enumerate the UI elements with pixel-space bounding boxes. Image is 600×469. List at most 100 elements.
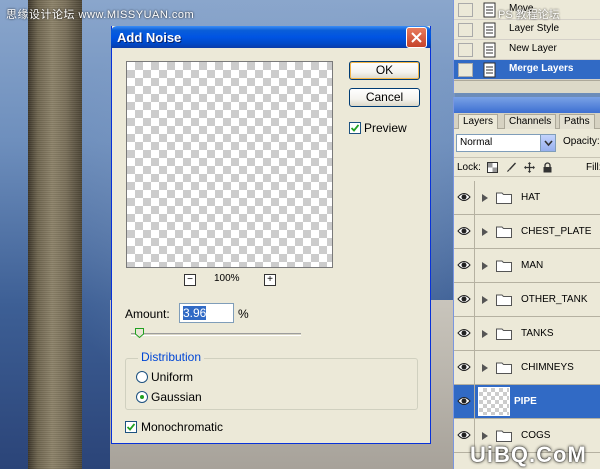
eye-icon[interactable] <box>457 191 471 203</box>
history-snapshot-box[interactable] <box>458 43 473 57</box>
uniform-radio[interactable] <box>136 371 148 383</box>
tab-layers[interactable]: Layers <box>458 114 499 129</box>
gaussian-label: Gaussian <box>151 390 202 404</box>
layer-row[interactable]: HAT <box>454 181 600 215</box>
monochromatic-checkbox[interactable] <box>125 421 137 433</box>
zoom-out-button[interactable]: − <box>184 274 196 286</box>
background-pipe <box>28 0 82 469</box>
filter-preview[interactable] <box>126 61 333 268</box>
layers-panel: Layers Channels Paths Normal Opacity: Lo… <box>453 97 600 469</box>
checkmark-icon <box>351 124 359 132</box>
move-icon[interactable] <box>524 162 535 173</box>
eye-icon[interactable] <box>457 293 471 305</box>
layer-row[interactable]: OTHER_TANK <box>454 283 600 317</box>
history-toolbar <box>454 80 600 93</box>
folder-icon <box>496 294 512 306</box>
layer-name: MAN <box>521 260 544 271</box>
layer-separator <box>474 385 475 419</box>
ok-button[interactable]: OK <box>349 61 420 80</box>
eye-icon[interactable] <box>457 429 471 441</box>
folder-icon <box>496 260 512 272</box>
watermark-bottom-right: UiBQ.CoM <box>470 442 587 467</box>
layer-row[interactable]: CHIMNEYS <box>454 351 600 385</box>
history-snapshot-box[interactable] <box>458 3 473 17</box>
zoom-level: 100% <box>214 273 240 284</box>
close-button[interactable] <box>406 26 427 48</box>
eye-icon[interactable] <box>457 259 471 271</box>
brush-icon[interactable] <box>506 162 517 173</box>
amount-input[interactable]: 3.96 <box>179 303 234 323</box>
close-icon <box>411 31 422 43</box>
eye-icon[interactable] <box>457 327 471 339</box>
layers-panel-header[interactable] <box>454 97 600 113</box>
history-item-label: Merge Layers <box>509 63 574 74</box>
amount-label: Amount: <box>125 307 170 321</box>
eye-icon[interactable] <box>457 225 471 237</box>
expand-triangle-icon[interactable] <box>481 261 489 271</box>
preview-checkbox[interactable] <box>349 122 361 134</box>
folder-icon <box>496 430 512 442</box>
preview-label: Preview <box>364 121 407 135</box>
layer-name: CHIMNEYS <box>521 362 574 373</box>
folder-icon <box>496 226 512 238</box>
layer-name: PIPE <box>514 396 537 407</box>
layer-row[interactable]: MAN <box>454 249 600 283</box>
blend-mode-select[interactable]: Normal <box>456 134 556 152</box>
layer-separator <box>474 317 475 351</box>
checkmark-icon <box>127 423 135 431</box>
layer-name: COGS <box>521 430 551 441</box>
layer-row[interactable]: TANKS <box>454 317 600 351</box>
history-snapshot-box[interactable] <box>458 63 473 77</box>
expand-triangle-icon[interactable] <box>481 431 489 441</box>
history-item[interactable]: Merge Layers <box>454 60 600 80</box>
monochromatic-label: Monochromatic <box>141 420 224 434</box>
layer-thumbnail <box>478 387 510 416</box>
uniform-label: Uniform <box>151 370 194 384</box>
amount-unit: % <box>238 307 249 321</box>
fill-label: Fill: <box>586 162 600 173</box>
expand-triangle-icon[interactable] <box>481 363 489 373</box>
layer-separator <box>474 215 475 249</box>
distribution-label: Distribution <box>138 350 205 364</box>
opacity-label: Opacity: <box>563 136 600 147</box>
expand-triangle-icon[interactable] <box>481 227 489 237</box>
dialog-title: Add Noise <box>117 29 182 45</box>
dialog-titlebar[interactable]: Add Noise <box>111 26 431 48</box>
folder-icon <box>496 362 512 374</box>
history-state-icon <box>483 22 496 38</box>
history-item[interactable]: Layer Style <box>454 20 600 40</box>
history-item-label: Layer Style <box>509 23 560 34</box>
layer-name: TANKS <box>521 328 554 339</box>
layer-name: CHEST_PLATE <box>521 226 592 237</box>
history-item[interactable]: New Layer <box>454 40 600 60</box>
layer-separator <box>474 351 475 385</box>
layer-row[interactable]: PIPE <box>454 385 600 419</box>
history-snapshot-box[interactable] <box>458 23 473 37</box>
tab-channels[interactable]: Channels <box>504 114 557 129</box>
layer-name: OTHER_TANK <box>521 294 588 305</box>
lock-transparency-icon[interactable] <box>487 162 498 173</box>
expand-triangle-icon[interactable] <box>481 295 489 305</box>
amount-slider-thumb[interactable] <box>134 328 144 338</box>
tab-paths[interactable]: Paths <box>559 114 595 129</box>
layer-name: HAT <box>521 192 541 203</box>
lock-icon[interactable] <box>542 162 553 173</box>
cancel-button[interactable]: Cancel <box>349 88 420 107</box>
layer-separator <box>474 283 475 317</box>
layers-panel-tabs: Layers Channels Paths <box>454 113 600 129</box>
folder-icon <box>496 328 512 340</box>
eye-icon[interactable] <box>457 361 471 373</box>
zoom-in-button[interactable]: + <box>264 274 276 286</box>
lock-label: Lock: <box>457 162 481 173</box>
blend-mode-value: Normal <box>460 137 493 148</box>
amount-slider-track[interactable] <box>131 333 301 336</box>
eye-icon[interactable] <box>457 395 471 407</box>
layer-separator <box>474 249 475 283</box>
chevron-down-icon[interactable] <box>540 135 555 151</box>
expand-triangle-icon[interactable] <box>481 329 489 339</box>
layer-row[interactable]: CHEST_PLATE <box>454 215 600 249</box>
gaussian-radio[interactable] <box>136 391 148 403</box>
amount-value: 3.96 <box>183 306 207 320</box>
history-state-icon <box>483 2 496 18</box>
expand-triangle-icon[interactable] <box>481 193 489 203</box>
